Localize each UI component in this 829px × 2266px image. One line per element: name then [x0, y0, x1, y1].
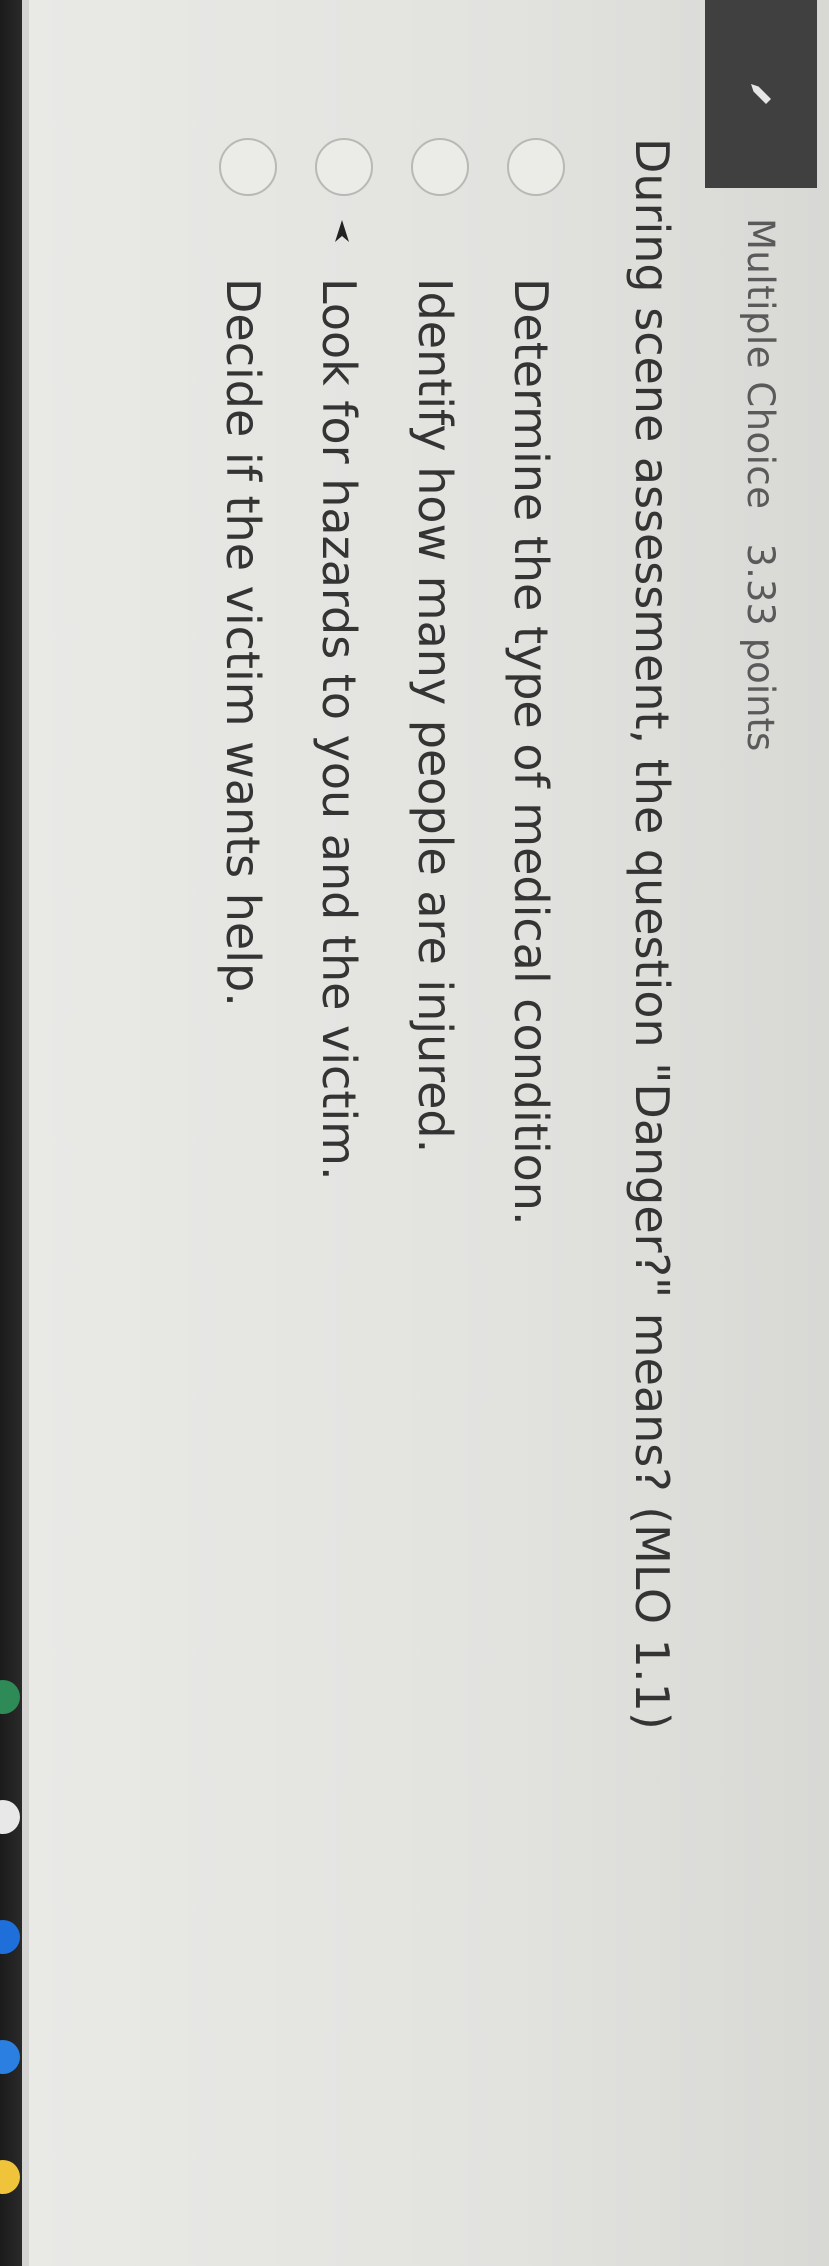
radio-button[interactable] [315, 138, 373, 196]
taskbar-app-icon[interactable] [0, 1680, 20, 1714]
answer-option-label: Identify how many people are injured. [408, 278, 462, 1154]
pencil-icon [751, 84, 771, 104]
question-header: Multiple Choice 3.33 points [701, 0, 821, 751]
question-points: 3.33 points [739, 543, 783, 752]
taskbar-app-icon[interactable] [0, 1920, 20, 1954]
radio-button[interactable] [219, 138, 277, 196]
question-type-label: Multiple Choice [739, 218, 783, 510]
quiz-page: Multiple Choice 3.33 points During scene… [29, 0, 829, 2266]
screen-bezel [0, 0, 22, 2266]
answer-option[interactable]: Look for hazards to you and the victim. [291, 138, 387, 1226]
question-text: During scene assessment, the question "D… [625, 138, 679, 1730]
question-type-badge [705, 0, 817, 188]
answer-option-label: Determine the type of medical condition. [504, 278, 558, 1226]
taskbar-app-icon[interactable] [0, 2160, 20, 2194]
rotated-stage: Multiple Choice 3.33 points During scene… [29, 0, 829, 2266]
answer-option[interactable]: Determine the type of medical condition. [483, 138, 579, 1226]
answer-option-label: Decide if the victim wants help. [216, 278, 270, 1007]
answer-options: Determine the type of medical condition.… [195, 138, 579, 1226]
radio-button[interactable] [507, 138, 565, 196]
mouse-pointer-icon [335, 220, 349, 242]
answer-option[interactable]: Decide if the victim wants help. [195, 138, 291, 1226]
radio-button[interactable] [411, 138, 469, 196]
taskbar-app-icon[interactable] [0, 1800, 20, 1834]
answer-option-label: Look for hazards to you and the victim. [312, 278, 366, 1181]
taskbar-app-icon[interactable] [0, 2040, 20, 2074]
answer-option[interactable]: Identify how many people are injured. [387, 138, 483, 1226]
